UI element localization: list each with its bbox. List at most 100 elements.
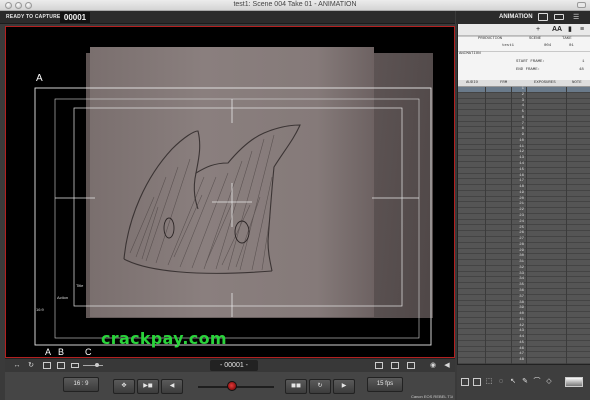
fps-select[interactable]: 15 fps <box>367 377 403 392</box>
view-options-row: ↔ ↻ - 00001 - ◉ ◀ <box>5 359 455 372</box>
pen-icon[interactable]: ✎ <box>521 378 529 386</box>
step-forward-button[interactable]: ▶ <box>333 379 355 394</box>
start-frame-value: 1 <box>582 60 585 64</box>
add-layer-icon[interactable]: + <box>536 26 540 33</box>
speaker-icon[interactable]: ◀ <box>443 362 451 369</box>
xsheet-row-number: 10 <box>519 138 524 143</box>
xsheet-row-number: 6 <box>521 115 524 120</box>
scrub-slider-knob[interactable] <box>227 381 237 391</box>
camera-capture-button[interactable]: ▶◼ <box>137 379 159 394</box>
xsheet-row-number: 41 <box>519 317 524 322</box>
xsheet-toolbar: + AA ▮ ≡ <box>458 24 590 36</box>
xsheet-row-number: 21 <box>519 202 524 207</box>
frame-column-header: FRM <box>500 81 508 85</box>
bat-sketch-drawing <box>34 87 432 346</box>
guide-label-b: B <box>58 347 65 357</box>
grid-toggle-icon[interactable] <box>43 362 51 369</box>
flip-horizontal-icon[interactable]: ↔ <box>13 362 21 369</box>
title-safe-label: Title <box>76 283 84 288</box>
single-view-icon[interactable] <box>375 362 383 369</box>
xsheet-row-number: 40 <box>519 312 524 317</box>
xsheet-row-number: 37 <box>519 294 524 299</box>
start-frame-label: START FRAME: <box>516 60 545 64</box>
xsheet-row-number: 13 <box>519 156 524 161</box>
current-frame-number[interactable]: - 00001 - <box>210 360 258 371</box>
xsheet-header: ANIMATION ☰ <box>456 11 590 24</box>
eye-icon[interactable]: ◉ <box>429 362 437 369</box>
xsheet-row-number: 30 <box>519 254 524 259</box>
capture-label: READY TO CAPTURE: <box>6 14 63 20</box>
scene-value: 004 <box>544 44 552 48</box>
list-icon[interactable]: ≡ <box>580 26 584 33</box>
safe-area-toggle-icon[interactable] <box>57 362 65 369</box>
xsheet-row-number: 15 <box>519 167 524 172</box>
capture-status-bar: READY TO CAPTURE: 00001 <box>0 11 455 24</box>
grid-view-icon[interactable] <box>407 362 415 369</box>
display-icon[interactable] <box>538 13 548 21</box>
xsheet-row-number: 7 <box>521 121 524 126</box>
xsheet-row-number: 43 <box>519 329 524 334</box>
aspect-ratio-select[interactable]: 16 : 9 <box>63 377 99 392</box>
xsheet-row-number: 9 <box>521 133 524 138</box>
xsheet-row-number: 46 <box>519 346 524 351</box>
guide-label-c: C <box>85 347 92 357</box>
page-icon[interactable]: ▮ <box>568 26 572 33</box>
notes-column-header: NOTE <box>572 81 582 85</box>
production-header: PRODUCTION <box>478 37 503 41</box>
xsheet-row-number: 19 <box>519 190 524 195</box>
capture-frame-count: 00001 <box>60 12 90 23</box>
frame-icon[interactable] <box>461 378 469 386</box>
window-title-bar: test1: Scene 004 Take 01 - ANIMATION <box>0 0 590 11</box>
xsheet-row-number: 31 <box>519 260 524 265</box>
overlay-opacity-slider[interactable] <box>83 365 103 366</box>
xsheet-row-number: 27 <box>519 237 524 242</box>
end-frame-value: 48 <box>579 68 584 72</box>
font-size-button[interactable]: AA <box>552 26 562 33</box>
scene-header: SCENE <box>529 37 542 41</box>
capture-settings-button[interactable]: ✥ <box>113 379 135 394</box>
watermark-text: crackpay.com <box>101 329 227 348</box>
capture-viewer[interactable]: A Title Action 16:9 crackpay.com <box>5 26 455 358</box>
toolbar-toggle-button[interactable] <box>577 2 586 8</box>
guide-label-a: A <box>36 73 43 84</box>
window-title: test1: Scene 004 Take 01 - ANIMATION <box>233 1 357 8</box>
xsheet-row-number: 48 <box>519 358 524 363</box>
split-view-icon[interactable] <box>391 362 399 369</box>
xsheet-row-number: 17 <box>519 179 524 184</box>
ratio-label: 16:9 <box>36 307 44 312</box>
xsheet-row-number: 8 <box>521 127 524 132</box>
xsheet-row-number: 42 <box>519 323 524 328</box>
xsheet-rows[interactable]: 1 2 3 4 5 6 7 8 9 10 11 12 13 14 15 16 17 18 19 20 21 22 23 24 2… <box>458 87 590 364</box>
play-range-button[interactable]: ◼◼ <box>285 379 307 394</box>
xsheet-row-number: 18 <box>519 185 524 190</box>
curve-icon[interactable]: ⌒ <box>533 378 541 386</box>
select-icon[interactable]: ⬚ <box>485 378 493 386</box>
exposure-sheet-panel: + AA ▮ ≡ PRODUCTION SCENE TAKE test1 004… <box>457 24 590 364</box>
action-safe-label: Action <box>57 295 69 300</box>
collapse-icon[interactable] <box>554 14 564 20</box>
eraser-icon[interactable]: ◇ <box>545 378 553 386</box>
lasso-icon[interactable]: ◌ <box>497 378 505 386</box>
audio-column-header: AUDIO <box>466 81 479 85</box>
loop-button[interactable]: ↻ <box>309 379 331 394</box>
xsheet-row-number: 2 <box>521 92 524 97</box>
xsheet-row-number: 45 <box>519 340 524 345</box>
xsheet-row-number: 16 <box>519 173 524 178</box>
pointer-icon[interactable]: ↖ <box>509 378 517 386</box>
rotate-icon[interactable]: ↻ <box>27 362 35 369</box>
end-frame-label: END FRAME: <box>516 68 541 72</box>
xsheet-row-number: 47 <box>519 352 524 357</box>
xsheet-row-number: 12 <box>519 150 524 155</box>
xsheet-row-number: 44 <box>519 335 524 340</box>
xsheet-row-number: 11 <box>519 144 524 149</box>
step-back-button[interactable]: ◀ <box>161 379 183 394</box>
xsheet-row-number: 38 <box>519 300 524 305</box>
xsheet-row-number: 14 <box>519 162 524 167</box>
menu-icon[interactable]: ☰ <box>573 13 579 21</box>
xsheet-row-number: 33 <box>519 271 524 276</box>
overlay-opacity-knob[interactable] <box>95 363 99 367</box>
aspect-mask-icon[interactable] <box>71 363 79 368</box>
shape-icon[interactable] <box>473 378 481 386</box>
color-swatch[interactable] <box>565 377 583 387</box>
xsheet-row-number: 26 <box>519 231 524 236</box>
